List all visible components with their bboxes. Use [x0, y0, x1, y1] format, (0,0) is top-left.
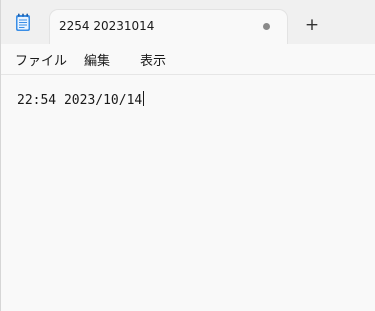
tab-title: 2254 20231014 [59, 19, 155, 33]
tab-bar: 2254 20231014 + [1, 0, 375, 44]
editor-text-line: 22:54 2023/10/14 [17, 93, 143, 108]
menu-edit[interactable]: 編集 [84, 50, 110, 69]
new-tab-button[interactable]: + [301, 14, 323, 36]
tab-document[interactable]: 2254 20231014 [50, 10, 287, 44]
notepad-icon [12, 11, 34, 33]
text-editor[interactable]: 22:54 2023/10/14 [1, 75, 375, 311]
text-caret [143, 91, 145, 106]
menu-bar: ファイル 編集 表示 [1, 44, 375, 75]
unsaved-dot-icon[interactable] [263, 23, 270, 30]
plus-icon: + [304, 14, 320, 35]
menu-file[interactable]: ファイル [15, 50, 67, 69]
menu-view[interactable]: 表示 [140, 50, 166, 69]
notepad-window: 2254 20231014 + ファイル 編集 表示 22:54 2023/10… [0, 0, 375, 311]
editor-content: 22:54 2023/10/14 [17, 91, 145, 108]
